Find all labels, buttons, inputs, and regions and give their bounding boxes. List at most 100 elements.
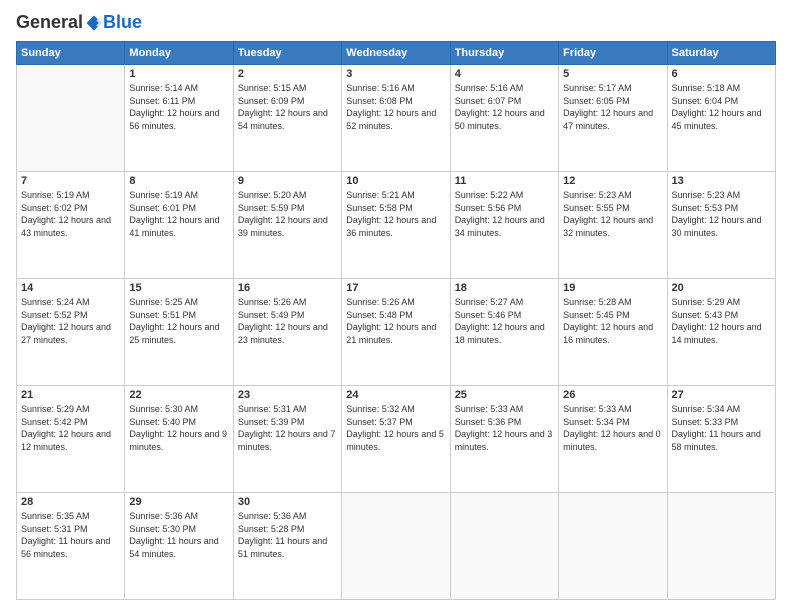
day-number: 20 [672, 282, 771, 294]
day-info: Sunrise: 5:15 AM Sunset: 6:09 PM Dayligh… [238, 82, 337, 132]
calendar-cell [667, 493, 775, 600]
day-info: Sunrise: 5:20 AM Sunset: 5:59 PM Dayligh… [238, 189, 337, 239]
weekday-header: Friday [559, 42, 667, 65]
calendar-cell: 10 Sunrise: 5:21 AM Sunset: 5:58 PM Dayl… [342, 172, 450, 279]
day-info: Sunrise: 5:28 AM Sunset: 5:45 PM Dayligh… [563, 296, 662, 346]
weekday-header: Monday [125, 42, 233, 65]
day-number: 29 [129, 496, 228, 508]
calendar-cell: 16 Sunrise: 5:26 AM Sunset: 5:49 PM Dayl… [233, 279, 341, 386]
calendar: SundayMondayTuesdayWednesdayThursdayFrid… [16, 41, 776, 600]
day-number: 25 [455, 389, 554, 401]
day-number: 28 [21, 496, 120, 508]
page: General Blue SundayMondayTuesdayWednesda… [0, 0, 792, 612]
calendar-cell: 2 Sunrise: 5:15 AM Sunset: 6:09 PM Dayli… [233, 65, 341, 172]
calendar-cell: 4 Sunrise: 5:16 AM Sunset: 6:07 PM Dayli… [450, 65, 558, 172]
day-info: Sunrise: 5:26 AM Sunset: 5:49 PM Dayligh… [238, 296, 337, 346]
day-info: Sunrise: 5:33 AM Sunset: 5:36 PM Dayligh… [455, 403, 554, 453]
day-info: Sunrise: 5:19 AM Sunset: 6:01 PM Dayligh… [129, 189, 228, 239]
day-info: Sunrise: 5:23 AM Sunset: 5:55 PM Dayligh… [563, 189, 662, 239]
day-info: Sunrise: 5:16 AM Sunset: 6:08 PM Dayligh… [346, 82, 445, 132]
day-number: 27 [672, 389, 771, 401]
day-number: 24 [346, 389, 445, 401]
calendar-cell: 12 Sunrise: 5:23 AM Sunset: 5:55 PM Dayl… [559, 172, 667, 279]
logo-text: General Blue [16, 12, 142, 33]
calendar-cell: 23 Sunrise: 5:31 AM Sunset: 5:39 PM Dayl… [233, 386, 341, 493]
day-info: Sunrise: 5:21 AM Sunset: 5:58 PM Dayligh… [346, 189, 445, 239]
calendar-cell [559, 493, 667, 600]
day-number: 17 [346, 282, 445, 294]
calendar-cell: 11 Sunrise: 5:22 AM Sunset: 5:56 PM Dayl… [450, 172, 558, 279]
day-info: Sunrise: 5:24 AM Sunset: 5:52 PM Dayligh… [21, 296, 120, 346]
header: General Blue [16, 12, 776, 33]
day-number: 19 [563, 282, 662, 294]
calendar-cell: 30 Sunrise: 5:36 AM Sunset: 5:28 PM Dayl… [233, 493, 341, 600]
calendar-cell [17, 65, 125, 172]
weekday-header: Thursday [450, 42, 558, 65]
day-number: 6 [672, 68, 771, 80]
calendar-cell: 24 Sunrise: 5:32 AM Sunset: 5:37 PM Dayl… [342, 386, 450, 493]
day-number: 3 [346, 68, 445, 80]
day-number: 13 [672, 175, 771, 187]
calendar-cell: 26 Sunrise: 5:33 AM Sunset: 5:34 PM Dayl… [559, 386, 667, 493]
day-number: 7 [21, 175, 120, 187]
day-info: Sunrise: 5:30 AM Sunset: 5:40 PM Dayligh… [129, 403, 228, 453]
day-number: 22 [129, 389, 228, 401]
calendar-cell: 1 Sunrise: 5:14 AM Sunset: 6:11 PM Dayli… [125, 65, 233, 172]
day-info: Sunrise: 5:25 AM Sunset: 5:51 PM Dayligh… [129, 296, 228, 346]
day-number: 11 [455, 175, 554, 187]
day-number: 16 [238, 282, 337, 294]
day-info: Sunrise: 5:29 AM Sunset: 5:43 PM Dayligh… [672, 296, 771, 346]
calendar-cell: 6 Sunrise: 5:18 AM Sunset: 6:04 PM Dayli… [667, 65, 775, 172]
calendar-cell [450, 493, 558, 600]
calendar-cell: 25 Sunrise: 5:33 AM Sunset: 5:36 PM Dayl… [450, 386, 558, 493]
weekday-header: Tuesday [233, 42, 341, 65]
calendar-cell: 27 Sunrise: 5:34 AM Sunset: 5:33 PM Dayl… [667, 386, 775, 493]
calendar-cell: 18 Sunrise: 5:27 AM Sunset: 5:46 PM Dayl… [450, 279, 558, 386]
calendar-cell: 5 Sunrise: 5:17 AM Sunset: 6:05 PM Dayli… [559, 65, 667, 172]
day-info: Sunrise: 5:17 AM Sunset: 6:05 PM Dayligh… [563, 82, 662, 132]
weekday-header: Sunday [17, 42, 125, 65]
day-number: 23 [238, 389, 337, 401]
day-number: 12 [563, 175, 662, 187]
day-info: Sunrise: 5:33 AM Sunset: 5:34 PM Dayligh… [563, 403, 662, 453]
day-info: Sunrise: 5:23 AM Sunset: 5:53 PM Dayligh… [672, 189, 771, 239]
calendar-cell: 13 Sunrise: 5:23 AM Sunset: 5:53 PM Dayl… [667, 172, 775, 279]
day-number: 30 [238, 496, 337, 508]
day-number: 5 [563, 68, 662, 80]
calendar-cell: 8 Sunrise: 5:19 AM Sunset: 6:01 PM Dayli… [125, 172, 233, 279]
weekday-header: Wednesday [342, 42, 450, 65]
day-number: 14 [21, 282, 120, 294]
day-info: Sunrise: 5:32 AM Sunset: 5:37 PM Dayligh… [346, 403, 445, 453]
day-info: Sunrise: 5:18 AM Sunset: 6:04 PM Dayligh… [672, 82, 771, 132]
calendar-cell: 20 Sunrise: 5:29 AM Sunset: 5:43 PM Dayl… [667, 279, 775, 386]
day-number: 26 [563, 389, 662, 401]
day-number: 15 [129, 282, 228, 294]
day-info: Sunrise: 5:36 AM Sunset: 5:30 PM Dayligh… [129, 510, 228, 560]
day-info: Sunrise: 5:29 AM Sunset: 5:42 PM Dayligh… [21, 403, 120, 453]
day-number: 9 [238, 175, 337, 187]
logo-general: General [16, 12, 83, 33]
day-info: Sunrise: 5:34 AM Sunset: 5:33 PM Dayligh… [672, 403, 771, 453]
day-info: Sunrise: 5:35 AM Sunset: 5:31 PM Dayligh… [21, 510, 120, 560]
calendar-cell [342, 493, 450, 600]
weekday-header: Saturday [667, 42, 775, 65]
calendar-cell: 15 Sunrise: 5:25 AM Sunset: 5:51 PM Dayl… [125, 279, 233, 386]
calendar-cell: 14 Sunrise: 5:24 AM Sunset: 5:52 PM Dayl… [17, 279, 125, 386]
calendar-cell: 7 Sunrise: 5:19 AM Sunset: 6:02 PM Dayli… [17, 172, 125, 279]
day-info: Sunrise: 5:26 AM Sunset: 5:48 PM Dayligh… [346, 296, 445, 346]
day-info: Sunrise: 5:14 AM Sunset: 6:11 PM Dayligh… [129, 82, 228, 132]
day-info: Sunrise: 5:19 AM Sunset: 6:02 PM Dayligh… [21, 189, 120, 239]
day-info: Sunrise: 5:31 AM Sunset: 5:39 PM Dayligh… [238, 403, 337, 453]
day-info: Sunrise: 5:27 AM Sunset: 5:46 PM Dayligh… [455, 296, 554, 346]
day-info: Sunrise: 5:16 AM Sunset: 6:07 PM Dayligh… [455, 82, 554, 132]
day-number: 1 [129, 68, 228, 80]
day-number: 4 [455, 68, 554, 80]
calendar-cell: 21 Sunrise: 5:29 AM Sunset: 5:42 PM Dayl… [17, 386, 125, 493]
day-info: Sunrise: 5:36 AM Sunset: 5:28 PM Dayligh… [238, 510, 337, 560]
day-info: Sunrise: 5:22 AM Sunset: 5:56 PM Dayligh… [455, 189, 554, 239]
calendar-cell: 19 Sunrise: 5:28 AM Sunset: 5:45 PM Dayl… [559, 279, 667, 386]
calendar-cell: 28 Sunrise: 5:35 AM Sunset: 5:31 PM Dayl… [17, 493, 125, 600]
day-number: 2 [238, 68, 337, 80]
calendar-cell: 22 Sunrise: 5:30 AM Sunset: 5:40 PM Dayl… [125, 386, 233, 493]
calendar-cell: 29 Sunrise: 5:36 AM Sunset: 5:30 PM Dayl… [125, 493, 233, 600]
